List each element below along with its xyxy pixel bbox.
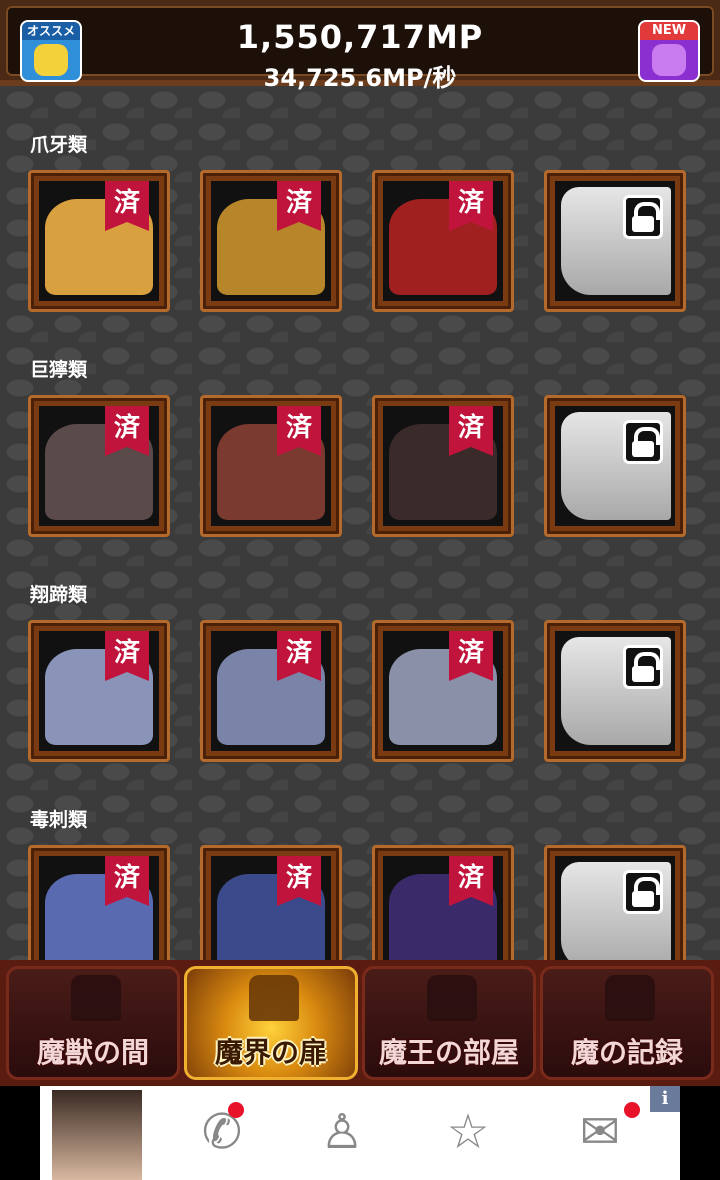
nav-label: 魔の記録 — [570, 1036, 683, 1069]
nav-demon-king-room[interactable]: 魔王の部屋 — [362, 966, 536, 1080]
nav-label: 魔王の部屋 — [378, 1036, 519, 1069]
locked-beast-tile[interactable] — [544, 170, 686, 312]
new-button[interactable]: NEW — [638, 20, 700, 82]
nav-demon-gate[interactable]: 魔界の扉 — [184, 966, 358, 1080]
tile-portrait: 済 — [383, 856, 503, 976]
tile-portrait: 済 — [39, 406, 159, 526]
lock-icon — [623, 645, 663, 689]
phone-icon: ✆ — [201, 1104, 243, 1160]
category-title: 爪牙類 — [30, 134, 88, 156]
ad-photo — [52, 1090, 142, 1180]
new-character-icon — [652, 44, 686, 76]
notification-dot — [624, 1102, 640, 1118]
category-title: 翔蹄類 — [30, 584, 88, 606]
notification-dot — [228, 1102, 244, 1118]
lock-icon — [623, 870, 663, 914]
tile-portrait: 済 — [383, 631, 503, 751]
header-panel: オススメ 1,550,717MP 34,725.6MP/秒 NEW — [6, 6, 714, 92]
demon-king-icon — [427, 975, 477, 1021]
beast-tile[interactable]: 済 — [28, 170, 170, 312]
ad-content[interactable]: ✆ ♙ ☆ ✉ — [40, 1086, 680, 1180]
tile-portrait: 済 — [383, 406, 503, 526]
tile-portrait: 済 — [211, 631, 331, 751]
category-title: 毒刺類 — [30, 809, 88, 831]
new-badge-label: NEW — [640, 22, 698, 40]
bottom-nav: 魔獣の間 魔界の扉 魔王の部屋 魔の記録 — [0, 960, 720, 1086]
nav-label: 魔獣の間 — [36, 1036, 149, 1069]
beast-tile[interactable]: 済 — [372, 620, 514, 762]
locked-beast-tile[interactable] — [544, 395, 686, 537]
beast-tile[interactable]: 済 — [372, 170, 514, 312]
beast-tile[interactable]: 済 — [200, 620, 342, 762]
lock-icon — [623, 420, 663, 464]
tile-portrait: 済 — [211, 406, 331, 526]
beast-tile[interactable]: 済 — [200, 170, 342, 312]
mail-icon: ✉ — [579, 1104, 621, 1160]
tile-portrait: 済 — [211, 181, 331, 301]
beast-tile[interactable]: 済 — [200, 395, 342, 537]
tile-portrait — [555, 631, 675, 751]
lock-icon — [623, 195, 663, 239]
category-title: 巨獰類 — [30, 359, 88, 381]
door-icon — [249, 975, 299, 1021]
beast-face-icon — [71, 975, 121, 1021]
beast-tile[interactable]: 済 — [372, 395, 514, 537]
mp-rate: 34,725.6MP/秒 — [263, 64, 457, 92]
nav-beast-room[interactable]: 魔獣の間 — [6, 966, 180, 1080]
person-icon: ♙ — [320, 1104, 364, 1160]
star-icon: ☆ — [446, 1104, 490, 1160]
tile-portrait: 済 — [211, 856, 331, 976]
nav-records[interactable]: 魔の記録 — [540, 966, 714, 1080]
ad-banner[interactable]: ✆ ♙ ☆ ✉ i — [0, 1086, 720, 1180]
book-icon — [605, 975, 655, 1021]
tile-portrait: 済 — [39, 856, 159, 976]
tile-portrait: 済 — [39, 631, 159, 751]
mp-total: 1,550,717MP — [236, 18, 484, 56]
tile-portrait — [555, 856, 675, 976]
tile-portrait: 済 — [383, 181, 503, 301]
nav-label: 魔界の扉 — [214, 1036, 327, 1069]
locked-beast-tile[interactable] — [544, 620, 686, 762]
tile-portrait: 済 — [39, 181, 159, 301]
header-bar: オススメ 1,550,717MP 34,725.6MP/秒 NEW — [0, 0, 720, 92]
beast-tile[interactable]: 済 — [28, 395, 170, 537]
ad-info-icon[interactable]: i — [650, 1086, 680, 1112]
beast-tile[interactable]: 済 — [28, 620, 170, 762]
tile-portrait — [555, 181, 675, 301]
tile-portrait — [555, 406, 675, 526]
